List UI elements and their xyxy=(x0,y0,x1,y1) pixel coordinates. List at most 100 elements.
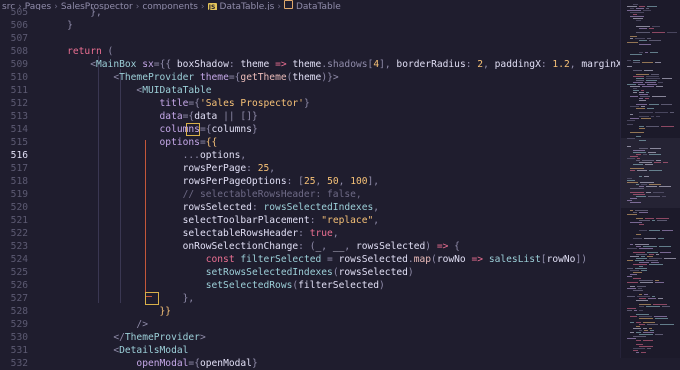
code-line[interactable]: 519 // selectableRowsHeader: false, xyxy=(0,188,620,201)
code-token: : xyxy=(309,215,322,226)
line-number: 505 xyxy=(10,7,28,18)
code-line[interactable]: 522 selectableRowsHeader: true, xyxy=(0,227,620,240)
line-number: 515 xyxy=(10,137,28,148)
minimap-code-line xyxy=(630,8,634,9)
code-token: rowsPerPage xyxy=(182,163,247,174)
code-text: setRowsSelectedIndexes(rowsSelected) xyxy=(44,266,414,279)
minimap-code-line xyxy=(650,148,661,149)
minimap-code-line xyxy=(630,156,638,157)
minimap-code-line xyxy=(636,104,647,105)
minimap-code-line xyxy=(633,150,645,151)
code-line[interactable]: 523 onRowSelectionChange: (_, __, rowsSe… xyxy=(0,240,620,253)
minimap-code-line xyxy=(636,258,647,259)
code-line[interactable]: 517 rowsPerPage: 25, xyxy=(0,162,620,175)
minimap-code-line xyxy=(633,264,647,265)
minimap-code-line xyxy=(630,132,644,133)
code-line[interactable]: 514 columns={columns} xyxy=(0,123,620,136)
code-line[interactable]: 526 setSelectedRows(filterSelected) xyxy=(0,279,620,292)
minimap-code-line xyxy=(639,324,645,325)
minimap-code-line xyxy=(647,324,658,325)
code-text: options={{ xyxy=(44,136,218,149)
minimap-code-line xyxy=(636,344,643,345)
code-line[interactable]: 509 <MainBox sx={{ boxShadow: theme => t… xyxy=(0,58,668,71)
code-line[interactable]: 507 xyxy=(0,32,620,45)
minimap-code-line xyxy=(633,62,640,63)
code-line[interactable]: 516 ...options, xyxy=(0,149,620,162)
code-token: openModal xyxy=(136,358,189,369)
code-text: openModal={openModal} xyxy=(44,357,257,370)
code-text: }} xyxy=(44,305,172,318)
minimap-code-line xyxy=(659,186,671,187)
minimap-code-line xyxy=(639,94,648,95)
code-line[interactable]: 506 } xyxy=(0,19,620,32)
minimap-code-line xyxy=(636,300,648,301)
code-token: columns xyxy=(211,124,252,135)
code-line[interactable]: 527 }, xyxy=(0,292,620,305)
code-line[interactable]: 512 title={'Sales Prospector'} xyxy=(0,97,620,110)
minimap-code-line xyxy=(633,152,646,153)
code-line[interactable]: 532 openModal={openModal} xyxy=(0,357,620,370)
minimap-code-line xyxy=(633,194,645,195)
minimap-code-line xyxy=(627,138,635,139)
code-line[interactable]: 521 selectToolbarPlacement: "replace", xyxy=(0,214,620,227)
minimap-code-line xyxy=(656,86,663,87)
code-editor[interactable]: 505 }, 506 } 507 508 return (509 <MainBox s… xyxy=(0,4,668,369)
minimap-code-line xyxy=(636,196,646,197)
code-text: // selectableRowsHeader: false, xyxy=(44,188,362,201)
code-text: <MUIDataTable xyxy=(44,84,211,97)
code-line[interactable]: 515 options={{ xyxy=(0,136,620,149)
minimap-code-line xyxy=(641,106,645,107)
code-line[interactable]: 528 }} xyxy=(0,305,620,318)
code-line[interactable]: 508 return ( xyxy=(0,45,620,58)
minimap-code-line xyxy=(639,128,645,129)
minimap-code-line xyxy=(662,196,666,197)
code-line[interactable]: 505 }, xyxy=(0,6,620,19)
code-line[interactable]: 520 rowsSelected: rowsSelectedIndexes, xyxy=(0,201,620,214)
minimap[interactable] xyxy=(620,0,680,358)
code-line[interactable]: 510 <ThemeProvider theme={getTheme(theme… xyxy=(0,71,620,84)
code-token: }} xyxy=(159,306,172,317)
minimap-code-line xyxy=(630,332,634,333)
minimap-code-line xyxy=(630,198,637,199)
minimap-code-line xyxy=(627,282,638,283)
code-text: setSelectedRows(filterSelected) xyxy=(44,279,385,292)
minimap-code-line xyxy=(630,286,635,287)
code-line[interactable]: 525 setRowsSelectedIndexes(rowsSelected) xyxy=(0,266,620,279)
minimap-code-line xyxy=(647,6,657,7)
minimap-code-line xyxy=(646,192,651,193)
minimap-code-line xyxy=(655,318,668,319)
code-line[interactable]: 531 <DetailsModal xyxy=(0,344,620,357)
code-token: , xyxy=(483,59,495,70)
code-line[interactable]: 513 data={data || []} xyxy=(0,110,620,123)
minimap-code-line xyxy=(649,184,661,185)
minimap-code-line xyxy=(630,210,633,211)
minimap-code-line xyxy=(639,112,653,113)
minimap-code-line xyxy=(642,86,654,87)
code-line[interactable]: 530 </ThemeProvider> xyxy=(0,331,620,344)
code-token: , xyxy=(344,241,356,252)
minimap-code-line xyxy=(651,116,654,117)
code-token: , xyxy=(269,163,276,174)
minimap-code-line xyxy=(656,160,661,161)
code-line[interactable]: 518 rowsPerPageOptions: [25, 50, 100], xyxy=(0,175,620,188)
code-token: , xyxy=(373,215,380,226)
minimap-code-line xyxy=(637,296,650,297)
code-token: rowsSelected xyxy=(182,202,252,213)
minimap-code-line xyxy=(630,274,637,275)
minimap-code-line xyxy=(639,100,646,101)
code-token: ], xyxy=(379,59,397,70)
minimap-code-line xyxy=(647,108,654,109)
code-line[interactable]: 511 <MUIDataTable xyxy=(0,84,620,97)
code-line[interactable]: 524 const filterSelected = rowsSelected.… xyxy=(0,253,620,266)
code-line[interactable]: 529 /> xyxy=(0,318,620,331)
minimap-code-line xyxy=(633,164,643,165)
minimap-code-line xyxy=(627,248,637,249)
minimap-code-line xyxy=(645,52,648,53)
